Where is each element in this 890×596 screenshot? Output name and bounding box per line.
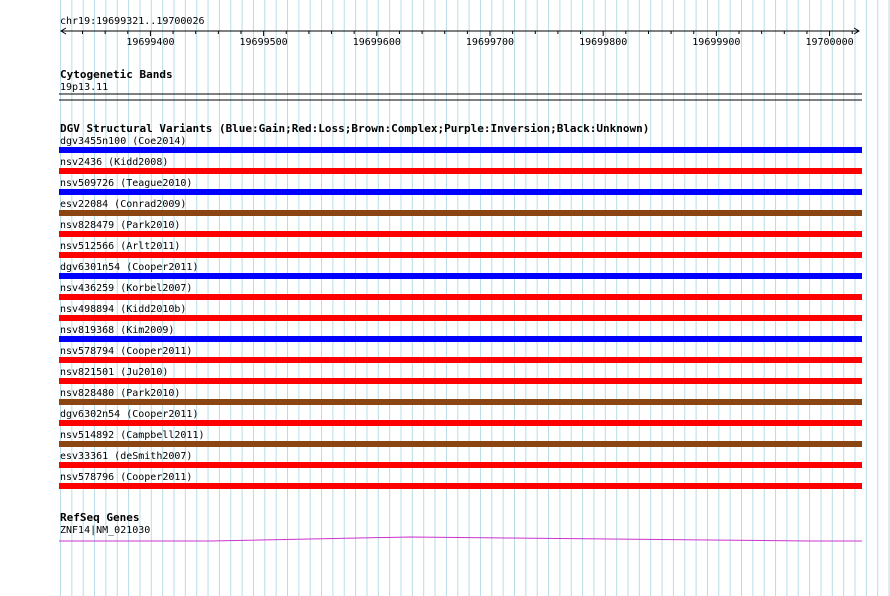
cytoband-label: 19p13.11 [60,82,108,93]
cytoband-track-title: Cytogenetic Bands [60,68,173,81]
variant-bar[interactable] [59,168,862,174]
variant-label: nsv578796 (Cooper2011) [60,472,192,483]
refseq-gene-label: ZNF14|NM_021030 [60,525,150,536]
variant-label: dgv6302n54 (Cooper2011) [60,409,198,420]
variant-label: esv22084 (Conrad2009) [60,199,186,210]
variant-label: nsv512566 (Arlt2011) [60,241,180,252]
ruler-tick-label: 19699600 [353,37,401,48]
region-label: chr19:19699321..19700026 [60,16,205,27]
ruler-ticks: 19699400 19699500 19699600 19699700 19699800… [82,31,854,48]
ruler-tick-label: 19699800 [579,37,627,48]
ruler-tick-label: 19699900 [692,37,740,48]
ruler-tick-label: 19699500 [240,37,288,48]
variant-bar[interactable] [59,483,862,489]
variant-bar[interactable] [59,420,862,426]
variant-label: nsv436259 (Korbel2007) [60,283,192,294]
variant-label: esv33361 (deSmith2007) [60,451,192,462]
variant-bar[interactable] [59,441,862,447]
variant-bar[interactable] [59,378,862,384]
variant-label: nsv2436 (Kidd2008) [60,157,168,168]
variant-label: nsv578794 (Cooper2011) [60,346,192,357]
variant-bar[interactable] [59,189,862,195]
variant-label: nsv498894 (Kidd2010b) [60,304,186,315]
variant-bar[interactable] [59,231,862,237]
ruler-tick-label: 19699700 [466,37,514,48]
variant-bar[interactable] [59,252,862,258]
variant-label: dgv3455n100 (Coe2014) [60,136,186,147]
variant-bar[interactable] [59,315,862,321]
variant-bar[interactable] [59,336,862,342]
variant-label: nsv509726 (Teague2010) [60,178,192,189]
variant-label: nsv819368 (Kim2009) [60,325,174,336]
variant-label: nsv821501 (Ju2010) [60,367,168,378]
coordinate-ruler[interactable]: 19699400 19699500 19699600 19699700 19699800… [60,27,860,48]
variant-bar[interactable] [59,210,862,216]
variant-label: nsv828479 (Park2010) [60,220,180,231]
variant-bar[interactable] [59,294,862,300]
ruler-tick-label: 19699400 [126,37,174,48]
refseq-track-title: RefSeq Genes [60,511,139,524]
variant-bar[interactable] [59,357,862,363]
ruler-tick-label: 19700000 [805,37,853,48]
variant-label: nsv828480 (Park2010) [60,388,180,399]
dgv-track-title: DGV Structural Variants (Blue:Gain;Red:L… [60,122,649,135]
variant-bar[interactable] [59,399,862,405]
variant-label: nsv514892 (Campbell2011) [60,430,205,441]
variant-bar[interactable] [59,462,862,468]
variant-bar[interactable] [59,273,862,279]
variant-label: dgv6301n54 (Cooper2011) [60,262,198,273]
genome-browser-view: chr19:19699321..19700026 19699400 1969950… [59,0,890,596]
variant-bar[interactable] [59,147,862,153]
